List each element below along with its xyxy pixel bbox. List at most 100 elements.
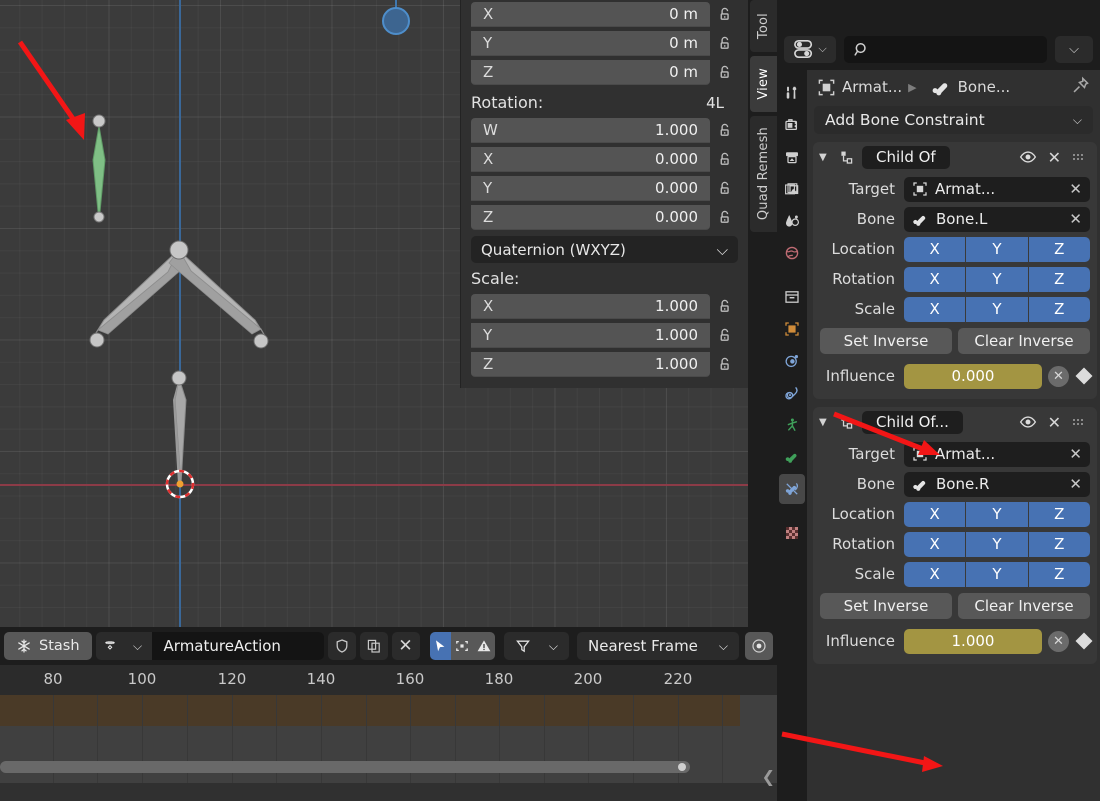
rotation-z-toggle[interactable]: Z <box>1028 266 1090 292</box>
scale-z-toggle[interactable]: Z <box>1028 561 1090 587</box>
only-show-selected-toggle[interactable] <box>429 632 452 660</box>
horizontal-scrollbar[interactable] <box>0 761 690 773</box>
expand-triangle-icon[interactable]: ▼ <box>819 152 831 163</box>
viewport-tab-quad-remesh[interactable]: Quad Remesh <box>750 116 777 232</box>
bone-constraint-tab[interactable] <box>779 474 805 504</box>
fake-user-button[interactable] <box>327 632 356 660</box>
clear-target-button[interactable]: ✕ <box>1069 180 1082 198</box>
scale-x-field[interactable]: X 1.000 <box>471 294 710 319</box>
viewport-tab-tool[interactable]: Tool <box>750 0 777 52</box>
browse-action-button[interactable] <box>96 632 124 660</box>
duplicate-action-button[interactable] <box>359 632 388 660</box>
location-y-field[interactable]: Y 0 m <box>471 31 710 56</box>
tool-tab[interactable] <box>779 78 805 108</box>
clear-inverse-button[interactable]: Clear Inverse <box>958 328 1090 354</box>
particles-tab[interactable] <box>779 378 805 408</box>
location-x-field[interactable]: X 0 m <box>471 2 710 27</box>
location-y-toggle[interactable]: Y <box>966 501 1029 527</box>
scale-x-toggle[interactable]: X <box>904 296 967 322</box>
modifier-tab[interactable] <box>779 346 805 376</box>
selectability-toggle-group[interactable] <box>429 632 495 660</box>
pin-button[interactable] <box>1071 76 1092 99</box>
action-name-field[interactable]: ArmatureAction <box>151 632 324 660</box>
location-z-field[interactable]: Z 0 m <box>471 60 710 85</box>
clear-inverse-button[interactable]: Clear Inverse <box>958 593 1090 619</box>
lock-location-y-button[interactable] <box>710 35 740 52</box>
browse-action-chevron[interactable]: ⌵ <box>124 632 152 660</box>
location-z-toggle[interactable]: Z <box>1028 501 1090 527</box>
location-x-toggle[interactable]: X <box>904 236 967 262</box>
scale-z-toggle[interactable]: Z <box>1028 296 1090 322</box>
expand-triangle-icon[interactable]: ▼ <box>819 417 831 428</box>
proportional-editing-button[interactable] <box>745 632 773 660</box>
toggle-visibility-button[interactable] <box>1019 413 1037 431</box>
rotation-w-field[interactable]: W 1.000 <box>471 118 710 143</box>
lock-rotation-z-button[interactable] <box>710 209 740 226</box>
object-constraint-tab[interactable] <box>779 442 805 472</box>
rotation-axis-toggles[interactable]: X Y Z <box>904 266 1090 292</box>
drag-handle[interactable] <box>1072 150 1086 164</box>
clear-bone-button[interactable]: ✕ <box>1069 210 1082 228</box>
rotation-x-field[interactable]: X 0.000 <box>471 147 710 172</box>
location-row-x[interactable]: X 0 m <box>461 0 748 29</box>
location-axis-toggles[interactable]: X Y Z <box>904 501 1090 527</box>
scale-row-z[interactable]: Z 1.000 <box>461 350 748 379</box>
set-inverse-button[interactable]: Set Inverse <box>820 593 952 619</box>
location-x-toggle[interactable]: X <box>904 501 967 527</box>
scale-axis-toggles[interactable]: X Y Z <box>904 296 1090 322</box>
scale-row-x[interactable]: X 1.000 <box>461 292 748 321</box>
scale-axis-toggles[interactable]: X Y Z <box>904 561 1090 587</box>
bone-field[interactable]: Bone.L ✕ <box>904 206 1090 232</box>
rotation-z-toggle[interactable]: Z <box>1028 531 1090 557</box>
breadcrumb-bone[interactable]: Bone... <box>958 78 1011 96</box>
dope-sheet-channels-area[interactable]: ❮ <box>0 695 777 786</box>
world-tab[interactable] <box>779 238 805 268</box>
view-layer-tab[interactable] <box>779 174 805 204</box>
search-input[interactable] <box>844 35 1047 63</box>
rotation-row-w[interactable]: W 1.000 <box>461 116 748 145</box>
insert-keyframe-button[interactable] <box>1075 632 1093 650</box>
rotation-x-toggle[interactable]: X <box>904 266 967 292</box>
bone-field[interactable]: Bone.R ✕ <box>904 471 1090 497</box>
output-tab[interactable] <box>779 142 805 172</box>
summary-channel-band[interactable] <box>0 695 740 726</box>
rotation-z-field[interactable]: Z 0.000 <box>471 205 710 230</box>
open-sidebar-chevron-icon[interactable]: ❮ <box>762 767 775 786</box>
drag-handle[interactable] <box>1072 415 1086 429</box>
lock-rotation-x-button[interactable] <box>710 151 740 168</box>
rotation-y-field[interactable]: Y 0.000 <box>471 176 710 201</box>
location-row-z[interactable]: Z 0 m <box>461 58 748 87</box>
scale-row-y[interactable]: Y 1.000 <box>461 321 748 350</box>
rotation-row-z[interactable]: Z 0.000 <box>461 203 748 232</box>
location-z-toggle[interactable]: Z <box>1028 236 1090 262</box>
clear-influence-driver-button[interactable]: ✕ <box>1048 630 1069 652</box>
location-row-y[interactable]: Y 0 m <box>461 29 748 58</box>
insert-keyframe-button[interactable] <box>1075 367 1093 385</box>
constraint-header[interactable]: ▼ Child Of... ✕ <box>813 407 1097 437</box>
influence-slider[interactable]: 0.000 <box>904 363 1042 389</box>
lock-rotation-w-button[interactable] <box>710 122 740 139</box>
rotation-y-toggle[interactable]: Y <box>966 531 1029 557</box>
filter-dropdown[interactable]: ⌵ <box>503 632 569 660</box>
rotation-row-x[interactable]: X 0.000 <box>461 145 748 174</box>
breadcrumb-object[interactable]: Armat... <box>842 78 902 96</box>
rotation-y-toggle[interactable]: Y <box>966 266 1029 292</box>
scale-x-toggle[interactable]: X <box>904 561 967 587</box>
target-field[interactable]: Armat... ✕ <box>904 441 1090 467</box>
rotation-mode-dropdown[interactable]: Quaternion (WXYZ) ⌵ <box>471 236 738 263</box>
snap-mode-dropdown[interactable]: Nearest Frame ⌵ <box>577 632 739 660</box>
lock-rotation-y-button[interactable] <box>710 180 740 197</box>
clear-bone-button[interactable]: ✕ <box>1069 475 1082 493</box>
scrollbar-handle[interactable] <box>678 763 686 771</box>
delete-constraint-button[interactable]: ✕ <box>1048 148 1061 167</box>
add-bone-constraint-dropdown[interactable]: Add Bone Constraint ⌵ <box>814 106 1093 134</box>
clear-target-button[interactable]: ✕ <box>1069 445 1082 463</box>
target-field[interactable]: Armat... ✕ <box>904 176 1090 202</box>
dope-sheet-ruler[interactable]: 80 100 120 140 160 180 200 220 <box>0 665 777 695</box>
lock-location-z-button[interactable] <box>710 64 740 81</box>
set-inverse-button[interactable]: Set Inverse <box>820 328 952 354</box>
material-tab[interactable] <box>779 518 805 548</box>
show-errors-toggle[interactable] <box>473 632 495 660</box>
show-hidden-toggle[interactable] <box>451 632 474 660</box>
lock-scale-y-button[interactable] <box>710 327 740 344</box>
